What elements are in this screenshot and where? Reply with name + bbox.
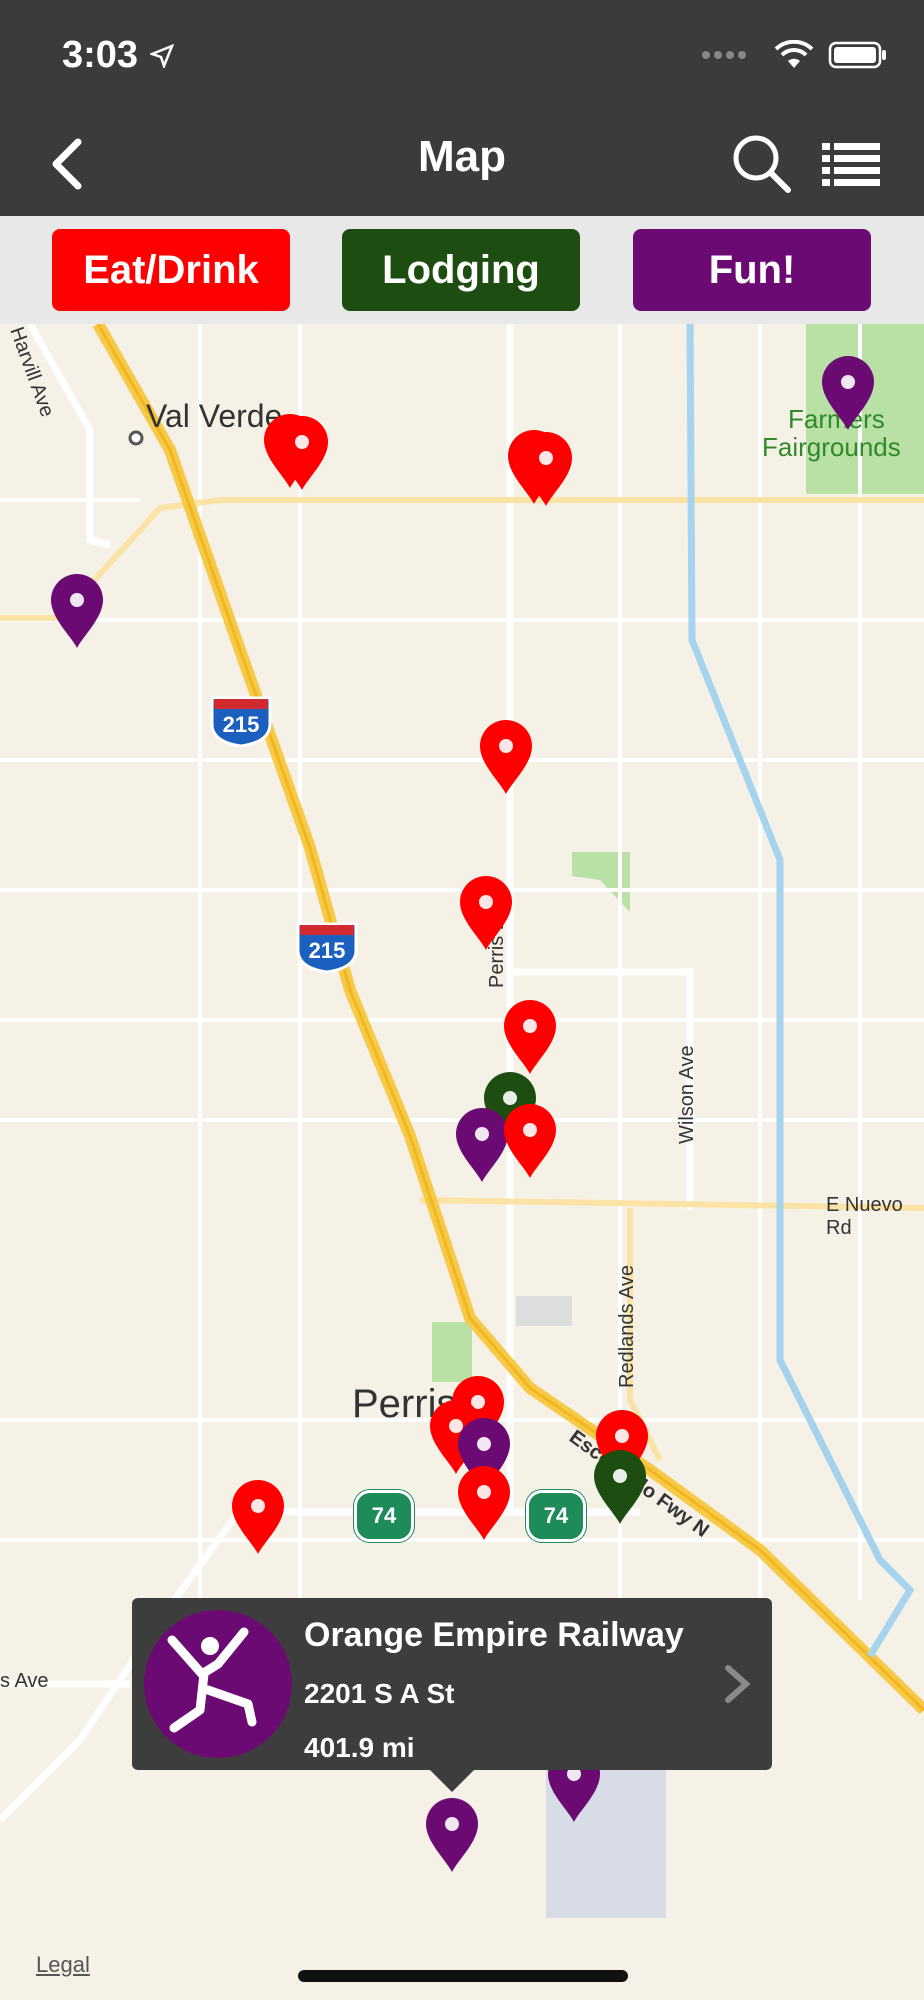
location-arrow-icon	[148, 43, 175, 73]
battery-icon	[828, 41, 886, 69]
map-label-redlands-ave: Redlands Ave	[616, 1264, 638, 1388]
map-label-ave-left: s Ave	[0, 1670, 49, 1692]
map-label-nuevo: E Nuevo Rd	[826, 1194, 903, 1239]
interstate-shield-label: 215	[222, 712, 260, 737]
state-route-shield: 74	[354, 1490, 414, 1542]
eat-map-pin-icon[interactable]	[502, 998, 558, 1076]
callout-distance: 401.9 mi	[304, 1732, 415, 1763]
legal-link[interactable]: Legal	[36, 1952, 90, 1978]
category-filter-bar: Eat/Drink Lodging Fun!	[0, 216, 924, 324]
interstate-shield: 215	[208, 694, 274, 748]
eat-map-pin-icon[interactable]	[518, 430, 574, 508]
eat-map-pin-icon[interactable]	[456, 1464, 512, 1542]
fun-map-pin-icon[interactable]	[424, 1796, 480, 1874]
fun-map-pin-icon[interactable]	[820, 354, 876, 432]
fun-category-icon	[144, 1610, 292, 1758]
location-callout[interactable]: Orange Empire Railway 2201 S A St 401.9 …	[132, 1598, 772, 1770]
map-label-wilson-ave: Wilson Ave	[676, 1045, 698, 1144]
chevron-right-icon[interactable]	[722, 1662, 752, 1711]
list-view-button[interactable]	[822, 140, 882, 190]
status-time: 3:03	[62, 34, 139, 76]
signal-icon	[702, 51, 746, 59]
callout-title: Orange Empire Railway	[304, 1616, 684, 1654]
eat-map-pin-icon[interactable]	[478, 718, 534, 796]
callout-pointer	[430, 1770, 474, 1792]
callout-address: 2201 S A St	[304, 1678, 455, 1709]
fun-map-pin-icon[interactable]	[49, 572, 105, 650]
map-label-fairgrounds: Fairgrounds	[762, 432, 901, 462]
state-route-shield-label: 74	[371, 1503, 397, 1528]
eat-map-pin-icon[interactable]	[502, 1102, 558, 1180]
interstate-shield-label: 215	[308, 938, 346, 963]
interstate-shield: 215	[294, 920, 360, 974]
state-route-shield-label: 74	[543, 1503, 569, 1528]
navigation-bar: Map	[0, 110, 924, 216]
filter-eat-drink-button[interactable]: Eat/Drink	[52, 229, 290, 311]
list-icon	[822, 143, 880, 186]
filter-fun-button[interactable]: Fun!	[633, 229, 871, 311]
eat-map-pin-icon[interactable]	[274, 414, 330, 492]
state-route-shield: 74	[526, 1490, 586, 1542]
home-indicator	[298, 1970, 628, 1982]
search-button[interactable]	[730, 132, 794, 196]
wifi-icon	[774, 40, 814, 68]
status-bar: 3:03	[0, 0, 924, 110]
eat-map-pin-icon[interactable]	[230, 1478, 286, 1556]
eat-map-pin-icon[interactable]	[458, 874, 514, 952]
status-indicators	[700, 40, 888, 70]
lodging-map-pin-icon[interactable]	[592, 1448, 648, 1526]
search-icon	[733, 135, 791, 193]
filter-lodging-button[interactable]: Lodging	[342, 229, 580, 311]
